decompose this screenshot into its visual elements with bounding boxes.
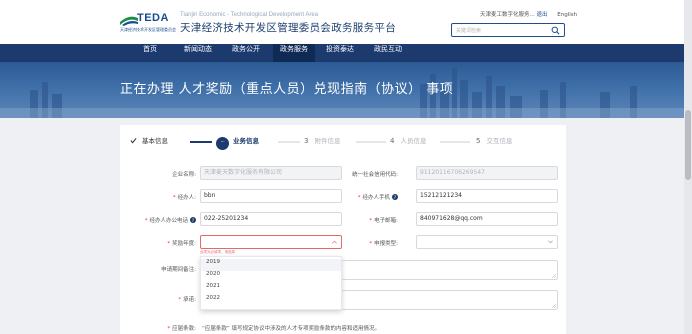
step-connector xyxy=(440,141,470,143)
chevron-down-icon xyxy=(548,240,553,244)
form-card: 基本信息 ··· 业务信息 3 附件信息 4 人员信息 5 交互信息 企业名称: 天津麦… xyxy=(120,125,566,334)
site-title-en: Tianjin Economic - Technological Develop… xyxy=(180,12,319,18)
step-attachments[interactable]: 3 附件信息 xyxy=(300,135,345,149)
logo-mark-icon xyxy=(120,16,138,26)
step-basic-info[interactable]: 基本信息 xyxy=(126,135,172,149)
step-label: 交互信息 xyxy=(486,137,513,145)
search-icon[interactable] xyxy=(551,26,560,35)
step-number: 4 xyxy=(390,137,395,145)
award-year-error: 此项为必填项，请选择 xyxy=(200,250,235,254)
year-option[interactable]: 2019 xyxy=(201,259,341,271)
handler-label: * 经办人: xyxy=(172,195,196,201)
handler-phone-label: * 经办人手机? xyxy=(357,194,398,201)
step-label: 业务信息 xyxy=(233,137,259,145)
handler-input[interactable]: bbn xyxy=(200,189,342,203)
nav-interaction[interactable]: 政民互动 xyxy=(368,44,408,62)
step-business-info[interactable]: ··· 业务信息 xyxy=(212,135,263,150)
site-title-cn: 天津经济技术开发区管理委员会政务服务平台 xyxy=(180,22,396,34)
nav-gov-service[interactable]: 政务服务 xyxy=(273,44,315,62)
office-phone-label: * 经办人办公电话? xyxy=(144,217,196,224)
award-year-label: * 奖励年度: xyxy=(167,241,196,247)
step-number: 5 xyxy=(476,137,481,145)
terms-label: * 应届条款: xyxy=(167,326,196,332)
user-company-link[interactable]: 天津麦工数字化服务... xyxy=(480,12,535,18)
nav-gov-public[interactable]: 政务公开 xyxy=(226,44,266,62)
award-year-select[interactable] xyxy=(200,235,342,249)
step-number: ··· xyxy=(216,137,229,150)
step-personnel[interactable]: 4 人员信息 xyxy=(386,135,431,149)
apply-type-label: * 申报类型: xyxy=(369,241,398,247)
language-switch-link[interactable]: English xyxy=(557,12,577,18)
credit-code-field: 91120116706269547 xyxy=(416,166,558,180)
search-input[interactable] xyxy=(456,26,546,35)
help-icon[interactable]: ? xyxy=(190,217,196,223)
period-note-label: 申请期间备注: xyxy=(161,267,196,273)
step-progress: 基本信息 ··· 业务信息 3 附件信息 4 人员信息 5 交互信息 xyxy=(120,135,566,150)
page-title: 正在办理 人才奖励（重点人员）兑现指南（协议） 事项 xyxy=(120,82,454,97)
email-input[interactable]: 840971628@qq.com xyxy=(416,212,558,226)
terms-note: “应届条款” 填写规定协议中涉及的人才专项奖励条款的内容和适用情况。 xyxy=(202,326,380,332)
main-nav: 首页 新闻动态 政务公开 政务服务 投资泰达 政民互动 xyxy=(0,44,692,62)
office-phone-input[interactable]: 022-25201234 xyxy=(200,212,342,226)
company-label: 企业名称: xyxy=(172,172,196,178)
apply-type-select[interactable] xyxy=(416,235,558,249)
chevron-up-icon xyxy=(332,240,337,244)
period-note-textarea[interactable] xyxy=(342,260,558,280)
year-option[interactable]: 2020 xyxy=(201,271,341,283)
step-number: 3 xyxy=(304,137,309,145)
nav-news[interactable]: 新闻动态 xyxy=(178,44,218,62)
page-banner: 正在办理 人才奖励（重点人员）兑现指南（协议） 事项 xyxy=(0,62,692,118)
search-box xyxy=(451,23,565,37)
page-scrollbar[interactable] xyxy=(684,0,692,334)
step-label: 人员信息 xyxy=(400,137,427,145)
nav-invest[interactable]: 投资泰达 xyxy=(320,44,360,62)
credit-code-label: 统一社会信用代码: xyxy=(352,172,398,178)
year-option[interactable]: 2022 xyxy=(201,295,341,307)
logout-link[interactable]: 退出 xyxy=(537,12,548,18)
resize-handle-icon[interactable] xyxy=(552,274,556,278)
step-label: 附件信息 xyxy=(314,137,341,145)
resize-handle-icon[interactable] xyxy=(552,304,556,308)
teda-logo[interactable]: TEDA 天津经济技术开发区管理委员会 xyxy=(120,12,176,34)
handler-phone-input[interactable]: 15212121234 xyxy=(416,189,558,203)
check-icon xyxy=(130,137,137,144)
nav-home[interactable]: 首页 xyxy=(130,44,170,62)
step-connector xyxy=(356,141,386,143)
logo-subtitle: 天津经济技术开发区管理委员会 xyxy=(120,27,176,32)
help-icon[interactable]: ? xyxy=(392,194,398,200)
logo-text: TEDA xyxy=(137,12,169,24)
commitment-textarea[interactable] xyxy=(342,290,558,310)
step-label: 基本信息 xyxy=(142,137,168,145)
email-label: * 电子邮箱: xyxy=(369,218,398,224)
commitment-label: * 承诺: xyxy=(178,297,196,303)
step-interaction[interactable]: 5 交互信息 xyxy=(472,135,517,149)
award-year-dropdown: 2019 2020 2021 2022 xyxy=(200,256,342,310)
company-field: 天津麦天数字化服务有限公司 xyxy=(200,166,342,180)
user-links: 天津麦工数字化服务... 退出 English xyxy=(480,10,577,18)
year-option[interactable]: 2021 xyxy=(201,283,341,295)
top-header: TEDA 天津经济技术开发区管理委员会 Tianjin Economic - T… xyxy=(0,0,692,44)
scrollbar-thumb[interactable] xyxy=(685,110,691,180)
